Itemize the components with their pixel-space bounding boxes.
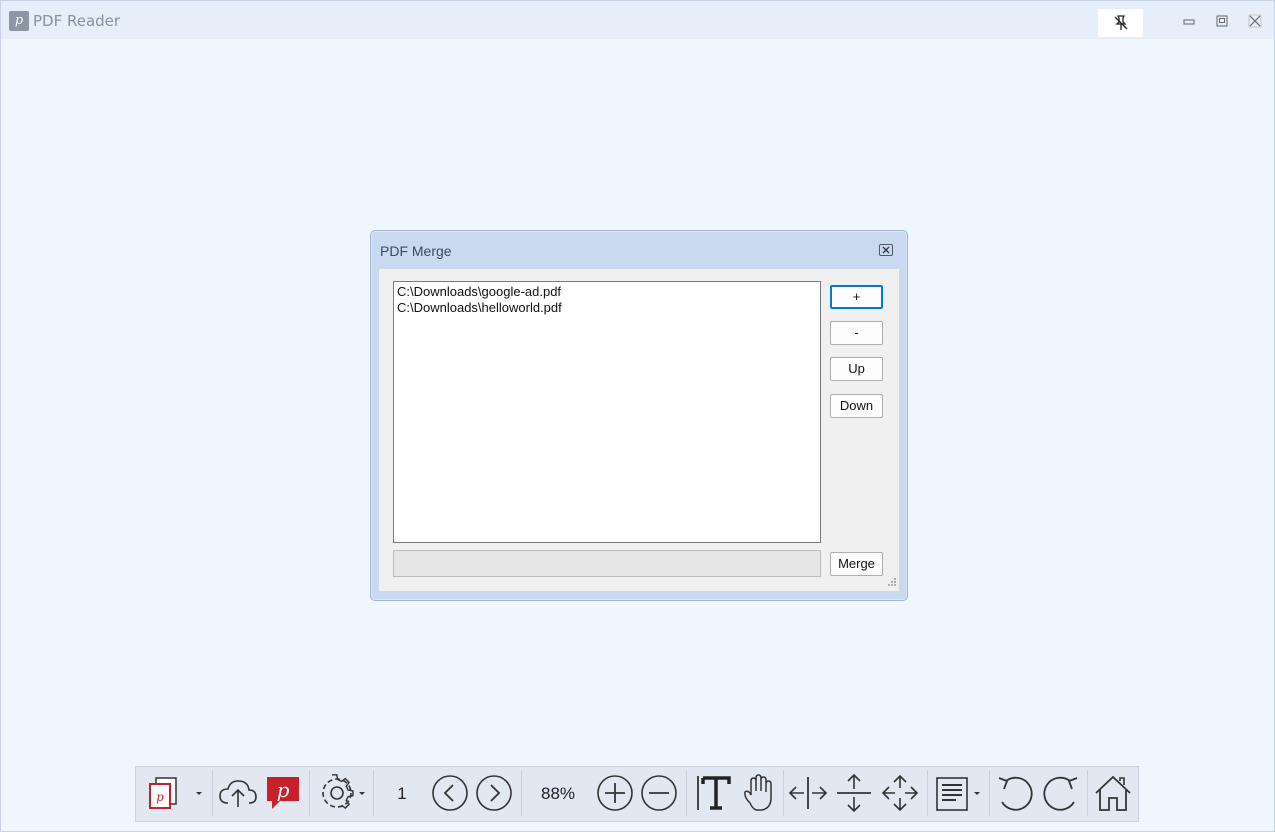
list-item[interactable]: C:\Downloads\helloworld.pdf (397, 300, 817, 316)
resize-grip-icon[interactable] (887, 577, 897, 587)
previous-page-button[interactable] (428, 770, 472, 816)
settings-gear-icon (322, 774, 365, 809)
cloud-upload-button[interactable] (216, 770, 260, 816)
home-button[interactable] (1090, 770, 1136, 816)
zoom-out-icon (641, 775, 677, 811)
svg-text:p: p (277, 778, 290, 802)
toolbar-separator (686, 770, 687, 816)
text-select-button[interactable] (691, 770, 735, 816)
close-icon (1248, 14, 1262, 28)
home-icon (1095, 775, 1131, 811)
toolbar-separator (309, 770, 310, 816)
hand-pan-button[interactable] (737, 770, 779, 816)
maximize-button[interactable] (1211, 11, 1233, 31)
toolbar-separator (989, 770, 990, 816)
merge-progress-bar (393, 550, 821, 577)
page-layout-button[interactable] (931, 770, 983, 816)
move-up-button[interactable]: Up (830, 357, 883, 381)
open-pdf-icon: p (149, 777, 177, 809)
toolbar-separator (927, 770, 928, 816)
open-dropdown-button[interactable] (190, 770, 208, 816)
dialog-title: PDF Merge (380, 243, 452, 259)
text-select-icon (697, 776, 731, 810)
page-layout-icon (936, 777, 980, 811)
rotate-right-icon (1043, 776, 1078, 811)
remove-file-button[interactable]: - (830, 321, 883, 345)
page-number-field[interactable]: 1 (378, 782, 426, 806)
toolbar-separator (1087, 770, 1088, 816)
rotate-left-icon (998, 776, 1033, 811)
fit-height-icon (837, 773, 871, 813)
minimize-icon (1183, 19, 1195, 25)
pdf-merge-dialog: PDF Merge C:\Downloads\google-ad.pdf C:\… (370, 230, 908, 601)
fit-width-button[interactable] (786, 770, 830, 816)
toolbar-separator (212, 770, 213, 816)
hand-pan-icon (744, 774, 772, 811)
toolbar-separator (373, 770, 374, 816)
list-item[interactable]: C:\Downloads\google-ad.pdf (397, 284, 817, 300)
add-file-button[interactable]: + (830, 285, 883, 309)
window-title: PDF Reader (33, 12, 121, 30)
settings-button[interactable] (313, 770, 367, 816)
zoom-level-field[interactable]: 88% (527, 782, 589, 806)
maximize-icon (1216, 15, 1228, 27)
zoom-in-icon (597, 775, 633, 811)
close-icon (879, 244, 893, 256)
open-pdf-button[interactable]: p (144, 770, 188, 816)
pdf-reader-logo-button[interactable]: p (262, 770, 304, 816)
fit-page-button[interactable] (878, 770, 922, 816)
merge-button[interactable]: Merge (830, 552, 883, 576)
zoom-in-button[interactable] (593, 770, 637, 816)
rotate-right-button[interactable] (1039, 770, 1083, 816)
next-page-button[interactable] (472, 770, 516, 816)
toolbar-separator (783, 770, 784, 816)
previous-page-icon (432, 775, 468, 811)
fit-page-icon (881, 774, 919, 812)
dialog-close-button[interactable] (877, 242, 895, 258)
title-bar: p PDF Reader (1, 1, 1274, 39)
dropdown-arrow-icon (196, 792, 202, 795)
close-window-button[interactable] (1244, 11, 1266, 31)
zoom-out-button[interactable] (637, 770, 681, 816)
cloud-upload-icon (219, 780, 257, 807)
pin-icon (1114, 15, 1127, 30)
toolbar-separator (521, 770, 522, 816)
file-list[interactable]: C:\Downloads\google-ad.pdf C:\Downloads\… (393, 281, 821, 543)
app-logo-icon: p (9, 11, 29, 31)
fit-height-button[interactable] (832, 770, 876, 816)
pdf-reader-logo-icon: p (267, 777, 299, 809)
minimize-button[interactable] (1178, 11, 1200, 31)
next-page-icon (476, 775, 512, 811)
svg-text:p: p (156, 790, 164, 804)
dialog-body: C:\Downloads\google-ad.pdf C:\Downloads\… (379, 269, 899, 591)
move-down-button[interactable]: Down (830, 394, 883, 418)
rotate-left-button[interactable] (993, 770, 1037, 816)
pin-button[interactable] (1098, 9, 1143, 37)
fit-width-icon (788, 777, 828, 809)
